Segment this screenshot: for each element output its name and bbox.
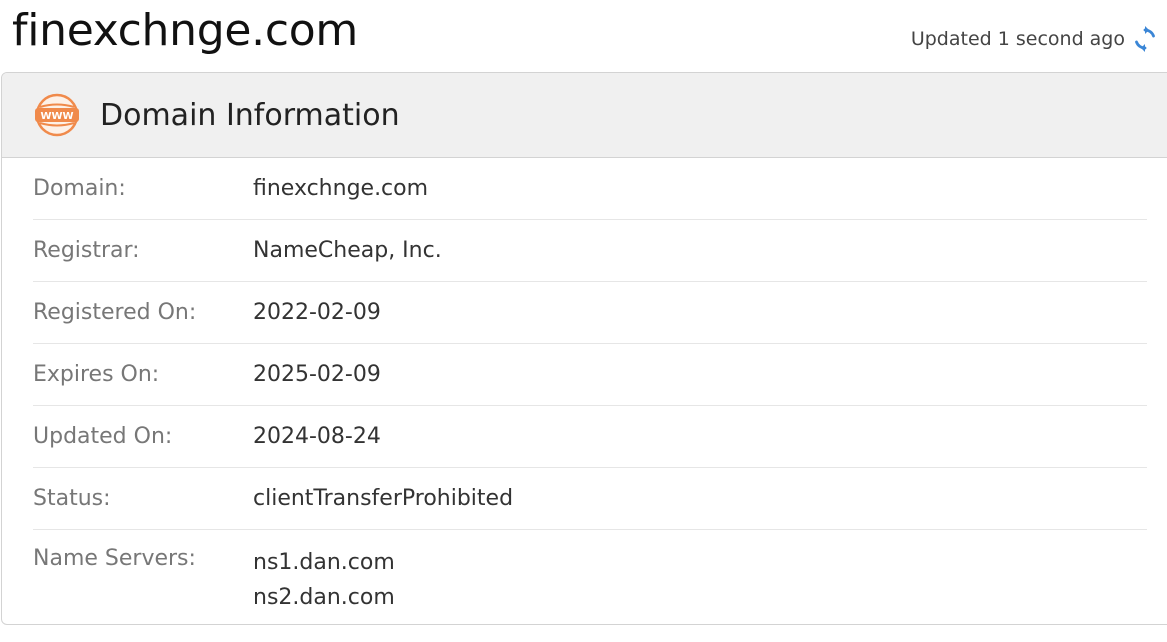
row-label: Registrar: — [33, 238, 140, 263]
row-value: clientTransferProhibited — [253, 486, 514, 511]
refresh-icon[interactable] — [1133, 25, 1157, 53]
row-status: Status: clientTransferProhibited — [33, 468, 1147, 530]
whois-page: finexchnge.com Updated 1 second ago WWW … — [0, 0, 1167, 642]
page-title: finexchnge.com — [12, 5, 358, 56]
row-value: finexchnge.com — [253, 176, 429, 201]
domain-info-card: WWW Domain Information Domain: finexchng… — [1, 72, 1167, 625]
row-domain: Domain: finexchnge.com — [33, 158, 1147, 220]
row-registrar: Registrar: NameCheap, Inc. — [33, 220, 1147, 282]
row-registered-on: Registered On: 2022-02-09 — [33, 282, 1147, 344]
name-server: ns2.dan.com — [253, 585, 395, 610]
row-label: Updated On: — [33, 424, 173, 449]
row-name-servers: Name Servers: ns1.dan.com ns2.dan.com — [33, 530, 1147, 615]
row-label: Name Servers: — [33, 546, 196, 571]
www-icon: WWW — [35, 93, 79, 137]
card-title: Domain Information — [100, 97, 400, 133]
name-server: ns1.dan.com — [253, 550, 395, 575]
svg-text:WWW: WWW — [40, 111, 73, 122]
row-value: 2025-02-09 — [253, 362, 381, 387]
card-header: WWW Domain Information — [2, 73, 1167, 158]
row-value: 2024-08-24 — [253, 424, 381, 449]
row-expires-on: Expires On: 2025-02-09 — [33, 344, 1147, 406]
row-updated-on: Updated On: 2024-08-24 — [33, 406, 1147, 468]
row-value: NameCheap, Inc. — [253, 238, 442, 263]
updated-status: Updated 1 second ago — [911, 24, 1157, 54]
info-table: Domain: finexchnge.com Registrar: NameCh… — [2, 158, 1167, 615]
name-server-list: ns1.dan.com ns2.dan.com — [253, 545, 395, 615]
updated-text: Updated 1 second ago — [910, 28, 1125, 50]
row-label: Domain: — [33, 176, 126, 201]
row-label: Registered On: — [33, 300, 197, 325]
row-label: Status: — [33, 486, 111, 511]
row-label: Expires On: — [33, 362, 160, 387]
row-value: 2022-02-09 — [253, 300, 381, 325]
